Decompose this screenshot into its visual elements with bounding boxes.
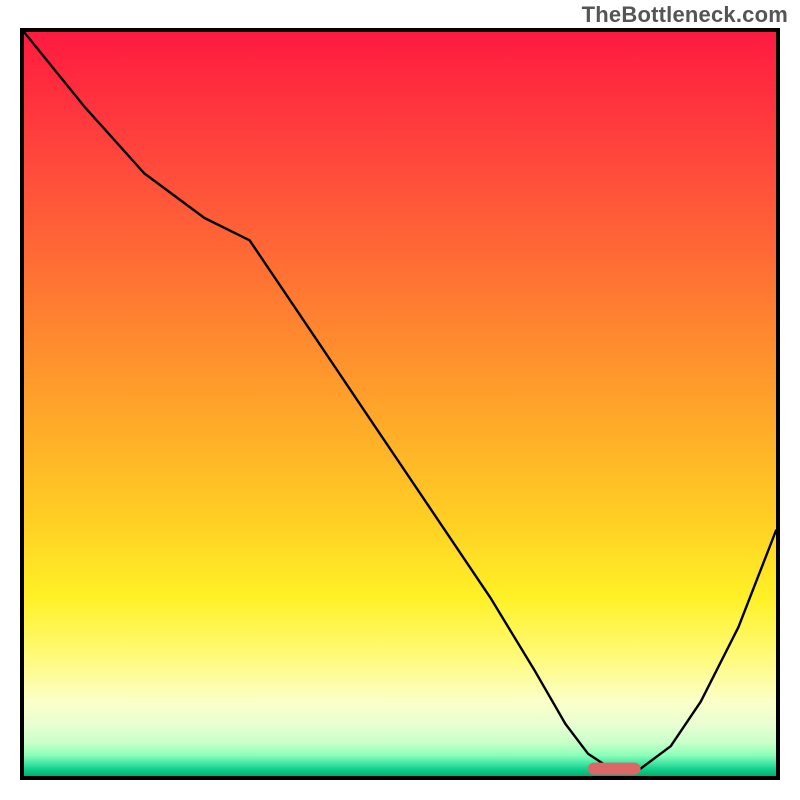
plot-frame <box>20 28 780 780</box>
data-curve <box>24 32 776 769</box>
watermark-text: TheBottleneck.com <box>582 2 788 28</box>
trough-marker <box>588 763 641 775</box>
chart-container: TheBottleneck.com <box>0 0 800 800</box>
chart-overlay <box>24 32 776 776</box>
